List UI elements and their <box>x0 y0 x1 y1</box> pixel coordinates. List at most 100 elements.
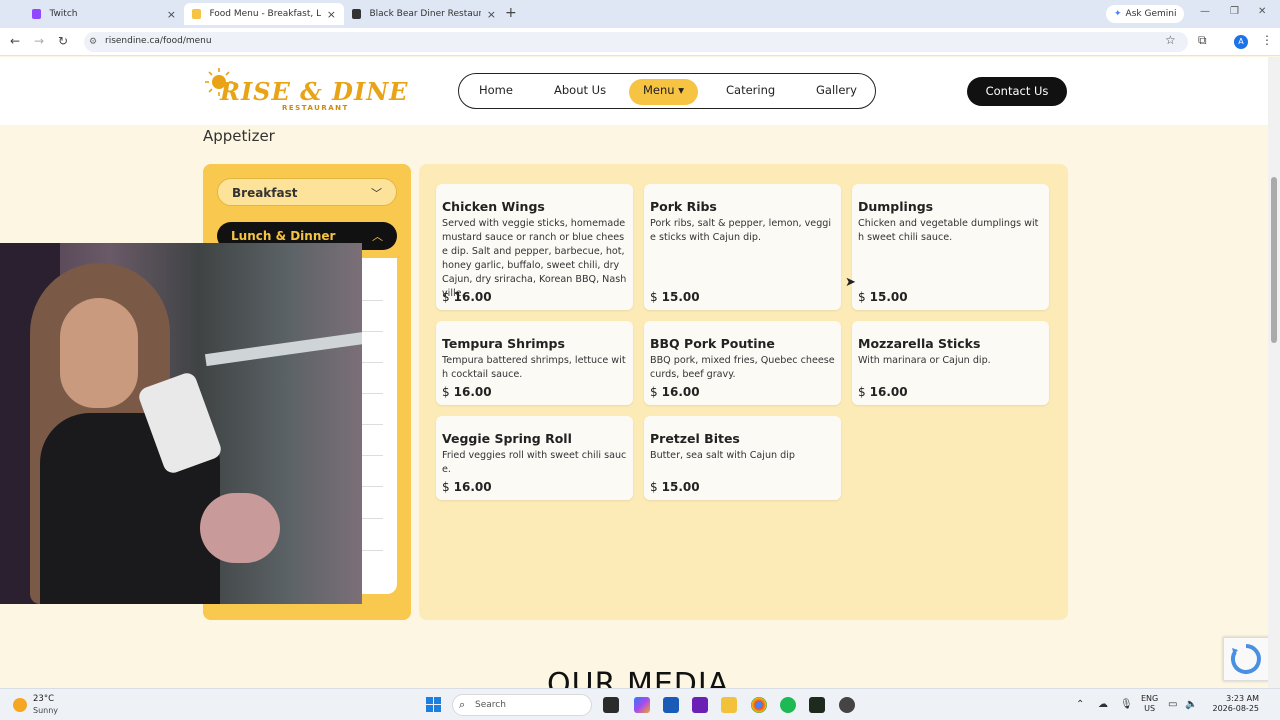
windows-start-icon[interactable] <box>426 697 441 712</box>
site-header: RISE & DINE RESTAURANT Home About Us Men… <box>0 57 1268 125</box>
browser-menu-icon[interactable]: ⋮ <box>1261 33 1273 47</box>
copilot-icon[interactable] <box>634 697 650 713</box>
menu-item-card[interactable]: Tempura Shrimps Tempura battered shrimps… <box>436 321 633 405</box>
minimize-icon[interactable]: — <box>1200 6 1210 17</box>
search-icon: ⌕ <box>459 698 466 711</box>
tray-chevron-up-icon[interactable]: ⌃ <box>1076 699 1084 710</box>
our-media-heading: OUR MEDIA <box>547 667 730 688</box>
twitch-icon <box>32 9 42 19</box>
price-value: 15.00 <box>869 290 908 304</box>
close-icon[interactable]: × <box>327 8 336 21</box>
menu-item-card[interactable]: Mozzarella Sticks With marinara or Cajun… <box>852 321 1049 405</box>
task-view-icon[interactable] <box>603 697 619 713</box>
contact-us-button[interactable]: Contact Us <box>967 77 1067 106</box>
scrollbar-thumb[interactable] <box>1271 177 1277 343</box>
nav-about-us[interactable]: About Us <box>554 83 606 97</box>
lang-region: US <box>1144 704 1156 713</box>
input-language-indicator[interactable]: ENG US <box>1141 694 1158 714</box>
recaptcha-badge[interactable] <box>1223 637 1269 681</box>
volume-icon[interactable]: 🔈 <box>1185 699 1197 710</box>
restore-icon[interactable]: ❐ <box>1230 6 1239 17</box>
recaptcha-icon <box>1231 644 1261 674</box>
forward-arrow-icon[interactable]: → <box>34 34 44 48</box>
microphone-icon[interactable]: 🎙 <box>1120 699 1133 710</box>
nav-menu[interactable]: Menu ▾ <box>629 79 699 105</box>
network-icon[interactable]: ▭ <box>1168 699 1177 710</box>
menu-item-description: Served with veggie sticks, homemade must… <box>442 218 627 299</box>
menu-item-description: Tempura battered shrimps, lettuce with c… <box>442 355 626 380</box>
menu-item-description: BBQ pork, mixed fries, Quebec cheese cur… <box>650 355 835 380</box>
obs-icon[interactable] <box>839 697 855 713</box>
taskbar-clock[interactable]: 3:23 AM 2026-08-25 <box>1207 694 1260 714</box>
app-icon[interactable] <box>809 697 825 713</box>
taskbar-search[interactable]: ⌕ Search <box>452 694 592 716</box>
new-tab-button[interactable]: + <box>505 5 517 21</box>
chrome-icon[interactable] <box>751 697 767 713</box>
nav-catering[interactable]: Catering <box>726 83 775 97</box>
close-icon[interactable]: × <box>167 8 176 21</box>
menu-item-card[interactable]: BBQ Pork Poutine BBQ pork, mixed fries, … <box>644 321 841 405</box>
menu-items-panel: Chicken Wings Served with veggie sticks,… <box>419 164 1068 620</box>
windows-taskbar: 23°C Sunny ⌕ Search ⌃ ☁ 🎙 ENG US ▭ 🔈 3:2… <box>0 688 1280 720</box>
store-icon[interactable] <box>663 697 679 713</box>
ask-gemini-label: Ask Gemini <box>1125 9 1177 19</box>
accordion-label: Breakfast <box>232 186 298 200</box>
menu-item-price: $15.00 <box>650 480 700 494</box>
reload-icon[interactable]: ↻ <box>58 34 68 48</box>
clock-date: 2026-08-25 <box>1212 704 1260 713</box>
menu-item-card[interactable]: Chicken Wings Served with veggie sticks,… <box>436 184 633 310</box>
weather-sun-icon[interactable] <box>13 698 27 712</box>
browser-tab-food-menu[interactable]: Food Menu - Breakfast, Lunch & Dinner × <box>184 3 344 25</box>
taskbar-search-label: Search <box>475 700 506 710</box>
price-currency: $ <box>650 480 658 494</box>
close-window-icon[interactable]: ✕ <box>1258 6 1266 17</box>
address-bar-row: ← → ↻ ⚙ risendine.ca/food/menu <box>0 28 1280 56</box>
price-currency: $ <box>858 290 866 304</box>
browser-tab-black-bear[interactable]: Black Bear Diner Restaurant Menu × <box>344 3 504 25</box>
menu-item-name: Chicken Wings <box>442 199 545 214</box>
weather-temperature: 23°C <box>33 694 55 704</box>
menu-item-description: Butter, sea salt with Cajun dip <box>650 450 796 461</box>
menu-item-price: $16.00 <box>858 385 908 399</box>
logo-wordmark: RISE & DINE <box>220 77 409 106</box>
menu-item-description: With marinara or Cajun dip. <box>858 355 991 366</box>
price-value: 16.00 <box>453 480 492 494</box>
menu-item-name: Mozzarella Sticks <box>858 336 981 351</box>
back-arrow-icon[interactable]: ← <box>10 34 20 48</box>
price-value: 15.00 <box>661 480 700 494</box>
file-explorer-icon[interactable] <box>721 697 737 713</box>
caret-down-icon: ▾ <box>674 83 685 97</box>
webcam-mic-arm <box>204 331 362 367</box>
ask-gemini-button[interactable]: ✦ Ask Gemini <box>1106 5 1185 23</box>
url-field[interactable]: ⚙ risendine.ca/food/menu <box>84 32 1188 52</box>
close-icon[interactable]: × <box>487 8 496 21</box>
menu-item-card[interactable]: Pretzel Bites Butter, sea salt with Caju… <box>644 416 841 500</box>
cloud-icon[interactable]: ☁ <box>1098 699 1108 710</box>
spotify-icon[interactable] <box>780 697 796 713</box>
url-text: risendine.ca/food/menu <box>105 36 212 46</box>
bookmark-star-icon[interactable]: ☆ <box>1165 33 1176 47</box>
accordion-breakfast[interactable]: Breakfast ﹀ <box>217 178 397 206</box>
menu-item-card[interactable]: Veggie Spring Roll Fried veggies roll wi… <box>436 416 633 500</box>
page-scrollbar[interactable] <box>1268 57 1280 688</box>
site-info-icon[interactable]: ⚙ <box>89 37 97 47</box>
lang-code: ENG <box>1141 694 1159 703</box>
nav-gallery[interactable]: Gallery <box>816 83 857 97</box>
profile-avatar[interactable]: A <box>1234 35 1248 49</box>
menu-item-card[interactable]: Dumplings Chicken and vegetable dumpling… <box>852 184 1049 310</box>
gemini-icon: ✦ <box>1114 9 1122 19</box>
menu-item-name: Pork Ribs <box>650 199 717 214</box>
browser-tab-twitch[interactable]: Twitch × <box>24 3 184 25</box>
site-logo[interactable]: RISE & DINE RESTAURANT <box>204 65 407 117</box>
menu-item-price: $16.00 <box>442 290 492 304</box>
menu-item-card[interactable]: Pork Ribs Pork ribs, salt & pepper, lemo… <box>644 184 841 310</box>
extensions-icon[interactable]: ⧉ <box>1198 33 1207 48</box>
clock-time: 3:23 AM <box>1226 694 1259 703</box>
nav-home[interactable]: Home <box>479 83 513 97</box>
price-currency: $ <box>442 290 450 304</box>
menu-item-price: $15.00 <box>650 290 700 304</box>
price-value: 16.00 <box>453 290 492 304</box>
menu-item-price: $16.00 <box>442 480 492 494</box>
app-icon[interactable] <box>692 697 708 713</box>
menu-item-name: Dumplings <box>858 199 934 214</box>
